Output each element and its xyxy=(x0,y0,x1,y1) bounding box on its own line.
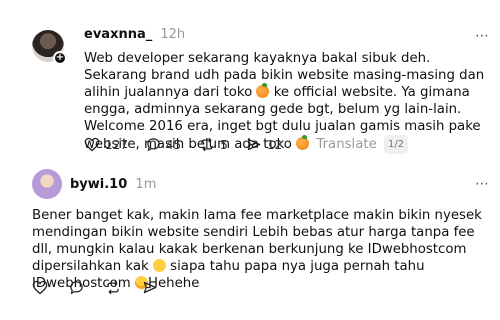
send-icon xyxy=(247,138,261,151)
like-button[interactable]: 127 xyxy=(84,137,128,152)
username[interactable]: bywi.10 xyxy=(70,177,127,192)
post-header: bywi.10 1m xyxy=(70,177,156,192)
share-button[interactable] xyxy=(142,280,163,295)
translate-link[interactable]: Translate xyxy=(316,137,376,152)
repost-count: 5 xyxy=(220,137,228,152)
heart-icon xyxy=(32,280,48,295)
comment-icon xyxy=(70,281,83,295)
post-time: 12h xyxy=(160,27,186,42)
send-icon xyxy=(143,281,157,294)
share-button[interactable]: 12 xyxy=(246,137,282,152)
action-bar xyxy=(32,280,179,295)
repost-button[interactable]: 5 xyxy=(199,137,228,152)
post-time: 1m xyxy=(135,177,157,192)
more-options-icon[interactable]: ⋯ xyxy=(475,176,490,192)
like-count: 127 xyxy=(105,137,128,152)
repost-icon xyxy=(201,137,213,152)
username[interactable]: evaxnna_ xyxy=(84,27,152,42)
reply-button[interactable] xyxy=(69,280,89,295)
heart-icon xyxy=(84,137,100,152)
reply-button[interactable]: 45 xyxy=(146,137,181,152)
thread-card: + evaxnna_ 12h ⋯ Web developer sekarang … xyxy=(18,0,490,320)
repost-button[interactable] xyxy=(105,280,126,295)
reply-count: 45 xyxy=(165,137,182,152)
like-button[interactable] xyxy=(32,280,53,295)
repost-icon xyxy=(107,280,119,295)
avatar[interactable] xyxy=(32,169,62,199)
share-count: 12 xyxy=(266,137,283,152)
action-bar: 127 45 5 12 xyxy=(84,137,300,152)
more-options-icon[interactable]: ⋯ xyxy=(475,28,490,44)
orange-emoji-icon xyxy=(256,83,270,98)
post-header: evaxnna_ 12h xyxy=(84,27,185,42)
comment-icon xyxy=(147,138,160,152)
follow-plus-icon[interactable]: + xyxy=(53,51,67,65)
page-indicator: 1/2 xyxy=(384,135,409,154)
grin-emoji-icon xyxy=(152,259,166,272)
